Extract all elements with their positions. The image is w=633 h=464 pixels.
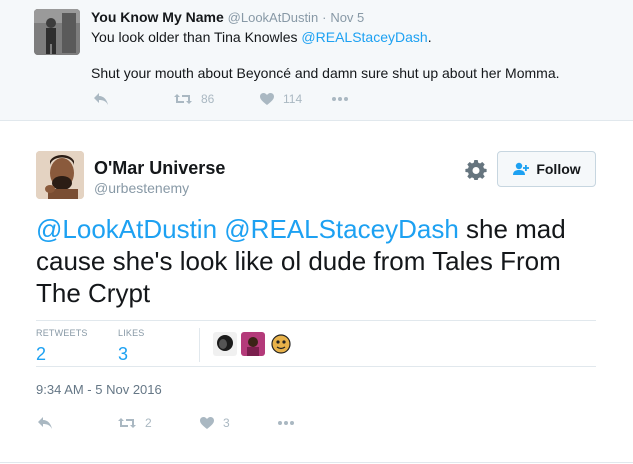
tweet-timestamp[interactable]: 9:34 AM - 5 Nov 2016: [36, 382, 162, 397]
more-button[interactable]: [277, 420, 295, 426]
reply-button[interactable]: [93, 92, 173, 106]
divider: [36, 320, 596, 321]
retweet-count: 2: [145, 416, 152, 430]
avatar[interactable]: [34, 9, 80, 55]
follow-button[interactable]: Follow: [497, 151, 596, 187]
liker-avatar[interactable]: [241, 332, 265, 356]
liker-avatar[interactable]: [213, 332, 237, 356]
username[interactable]: @urbestenemy: [94, 180, 189, 196]
likes-label: LIKES: [118, 328, 145, 338]
likes-stat[interactable]: LIKES 3: [118, 328, 145, 365]
parent-tweet[interactable]: You Know My Name @LookAtDustin · Nov 5 Y…: [0, 0, 633, 121]
parent-tweet-actions: 86 114: [93, 92, 349, 106]
heart-icon: [200, 417, 214, 429]
tweet-text-line: Shut your mouth about Beyoncé and damn s…: [91, 65, 560, 81]
tweet-actions: 2 3: [37, 416, 295, 430]
mention-link[interactable]: @LookAtDustin: [36, 214, 217, 244]
tweet-text: You look older than Tina Knowles: [91, 29, 302, 45]
retweet-button[interactable]: 86: [173, 92, 259, 106]
retweet-button[interactable]: 2: [117, 416, 199, 430]
tweet-text: @LookAtDustin @REALStaceyDash she mad ca…: [36, 213, 596, 309]
retweets-stat[interactable]: RETWEETS 2: [36, 328, 88, 365]
like-button[interactable]: 3: [199, 416, 277, 430]
more-button[interactable]: [331, 96, 349, 102]
retweet-icon: [118, 418, 136, 428]
retweet-count: 86: [201, 92, 215, 106]
retweets-count[interactable]: 2: [36, 344, 88, 365]
retweet-icon: [174, 94, 192, 104]
stat-divider: [199, 328, 200, 362]
gear-icon[interactable]: [465, 159, 487, 181]
likes-count[interactable]: 3: [118, 344, 145, 365]
retweets-label: RETWEETS: [36, 328, 88, 338]
tweet-date[interactable]: Nov 5: [330, 10, 364, 25]
heart-icon: [260, 93, 274, 105]
more-icon: [332, 97, 348, 101]
liker-avatar[interactable]: [269, 332, 293, 356]
username[interactable]: @LookAtDustin: [228, 10, 319, 25]
like-button[interactable]: 114: [259, 92, 331, 106]
like-count: 114: [283, 92, 303, 106]
tweet-text-end: .: [427, 29, 432, 45]
divider: [36, 366, 596, 367]
separator-dot: ·: [322, 10, 327, 25]
like-count: 3: [223, 416, 230, 430]
more-icon: [278, 421, 294, 425]
display-name[interactable]: You Know My Name: [91, 9, 224, 25]
mention-link[interactable]: @REALStaceyDash: [224, 214, 459, 244]
reply-icon: [38, 417, 52, 429]
reply-icon: [94, 93, 108, 105]
parent-tweet-header: You Know My Name @LookAtDustin · Nov 5: [91, 9, 364, 25]
reply-button[interactable]: [37, 416, 117, 430]
divider: [0, 462, 633, 463]
mention-link[interactable]: @REALStaceyDash: [301, 29, 427, 45]
follow-user-icon: [513, 162, 530, 175]
display-name[interactable]: O'Mar Universe: [94, 158, 225, 179]
follow-label: Follow: [536, 161, 581, 177]
tweet-text-line: You look older than Tina Knowles @REALSt…: [91, 29, 432, 45]
avatar[interactable]: [36, 151, 84, 199]
liker-avatars: [213, 332, 293, 356]
